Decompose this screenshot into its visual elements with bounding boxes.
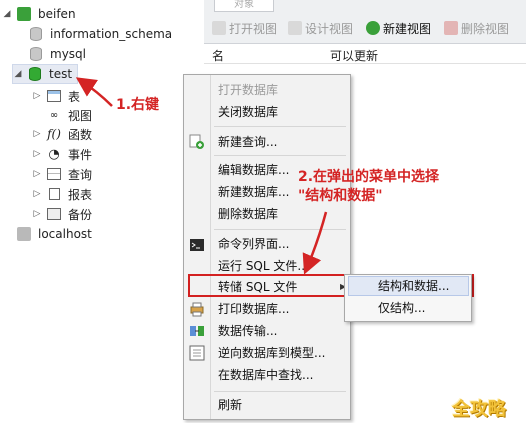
annotation-step1: 1.右键 [116, 97, 160, 113]
annotation-step2-line2: "结构和数据" [298, 188, 383, 204]
watermark-logo: 全攻略 [452, 399, 506, 420]
annotation-step2-line1: 2.在弹出的菜单中选择 [298, 169, 440, 185]
annotation-arrows [75, 77, 328, 275]
